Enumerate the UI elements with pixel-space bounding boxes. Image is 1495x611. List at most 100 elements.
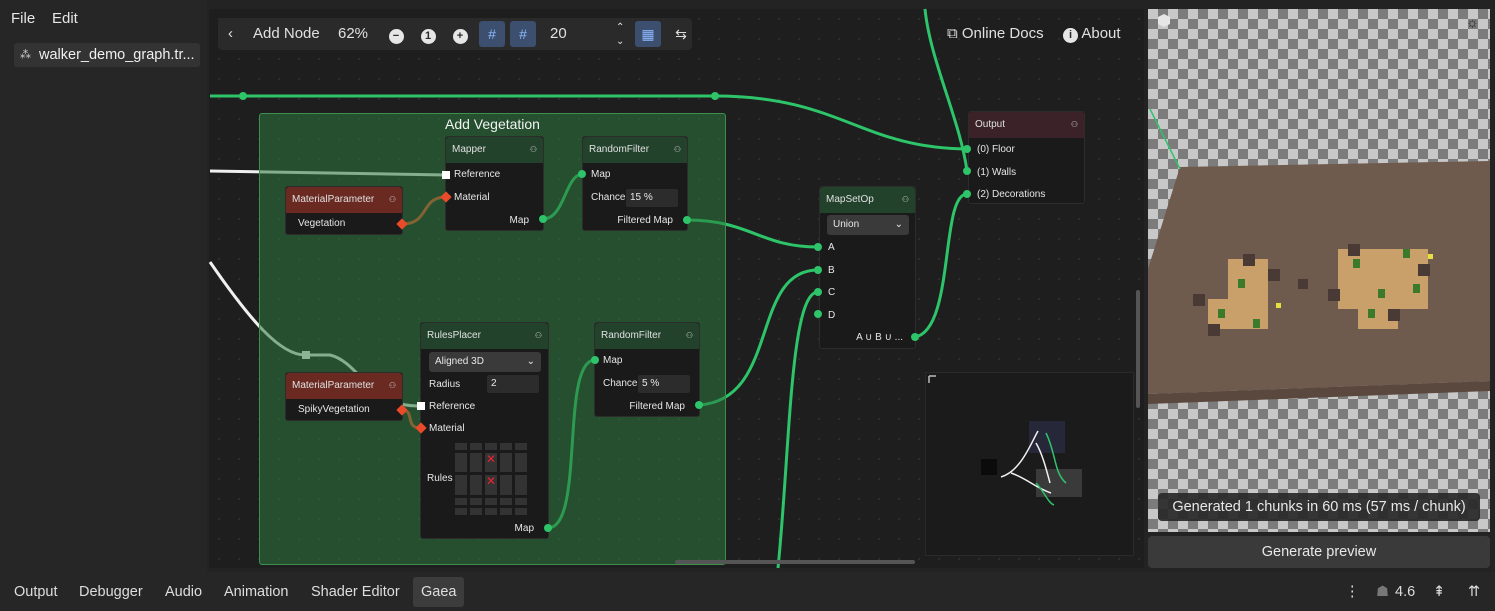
material-parameter-node[interactable]: MaterialParameter ⚇ SpikyVegetation [285,372,403,421]
online-docs-link[interactable]: ⧉ Online Docs [947,18,1044,50]
snap-distance-value[interactable]: 20 [550,18,567,50]
doc-icon[interactable]: ⚇ [389,373,396,399]
filtered-map-port: Filtered Map [617,215,673,226]
terrain-render: ☼ [1148,14,1490,404]
version-label: 4.6 [1395,584,1416,600]
map-port: Map [603,355,623,366]
doc-icon[interactable]: ⚇ [674,137,681,163]
map-output-slot[interactable] [539,215,547,223]
frame-title: Add Vegetation [445,116,540,132]
filtered-map-output-slot[interactable] [683,216,691,224]
map-port: Map [591,169,611,180]
expand-panel-icon[interactable]: ⇈ [1460,577,1488,607]
walls-input-slot[interactable] [963,167,971,175]
zoom-in-icon[interactable]: + [447,21,473,47]
reference-input-slot[interactable] [417,402,425,410]
reference-port: Reference [454,169,501,180]
vertical-scrollbar[interactable] [1136,290,1140,408]
graph-minimap[interactable] [925,372,1134,556]
doc-icon[interactable]: ⚇ [535,323,542,349]
zoom-out-icon[interactable]: − [383,21,409,47]
chance-input[interactable]: 5 % [638,375,690,393]
placement-mode-select[interactable]: Aligned 3D ⌄ [429,352,541,372]
mapper-node[interactable]: Mapper ⚇ Reference Material Map [445,136,544,231]
input-b-port: B [828,265,835,276]
about-button[interactable]: i About [1063,18,1121,50]
node-title: MapSetOp [826,194,874,205]
map-output-slot[interactable] [544,524,552,532]
terrain-preview[interactable]: ☼ [1148,9,1490,532]
pin-icon[interactable]: ⇞ [1425,577,1453,607]
scene-panel: File Edit ⁂ walker_demo_graph.tr... [0,0,207,572]
input-b-slot[interactable] [814,266,822,274]
horizontal-scrollbar[interactable] [675,560,915,564]
tab-gaea[interactable]: Gaea [413,577,465,607]
decorations-port: (2) Decorations [977,189,1046,200]
filtered-map-output-slot[interactable] [695,401,703,409]
rules-grid[interactable]: ✕ ✕ [455,443,530,515]
node-title: RulesPlacer [427,330,481,341]
doc-icon[interactable]: ⚇ [902,187,909,213]
input-a-port: A [828,242,835,253]
file-menu[interactable]: File [11,10,35,27]
bottom-panel-bar: Output Debugger Audio Animation Shader E… [0,572,1495,611]
rules-placer-node[interactable]: RulesPlacer ⚇ Aligned 3D ⌄ Radius 2 Refere… [420,322,549,539]
set-op-select[interactable]: Union ⌄ [827,215,909,235]
material-port: Material [454,192,490,203]
doc-icon[interactable]: ⚇ [389,187,396,213]
tab-audio[interactable]: Audio [157,577,210,607]
tab-animation[interactable]: Animation [216,577,296,607]
doc-icon[interactable]: ⚇ [530,137,537,163]
tab-output[interactable]: Output [6,577,66,607]
tab-shader-editor[interactable]: Shader Editor [303,577,408,607]
more-options-icon[interactable]: ⋮ [1337,577,1368,607]
mapsetop-node[interactable]: MapSetOp ⚇ Union ⌄ A B C D A ∪ B ∪ ... [819,186,916,349]
union-output-port: A ∪ B ∪ ... [856,332,903,343]
node-title: MaterialParameter [292,380,375,391]
input-c-port: C [828,287,836,298]
output-node[interactable]: Output ⚇ (0) Floor (1) Walls (2) Decorati… [968,111,1085,204]
union-output-slot[interactable] [911,333,919,341]
doc-icon[interactable]: ⚇ [1071,112,1078,138]
scene-file-label: walker_demo_graph.tr... [39,47,195,63]
cube-icon [1158,14,1170,27]
snap-grid-icon[interactable]: # [479,21,505,47]
chevron-down-icon: ⌄ [894,219,903,230]
node-title: RandomFilter [589,144,650,155]
map-input-slot[interactable] [578,170,586,178]
floor-input-slot[interactable] [963,145,971,153]
map-input-slot[interactable] [591,356,599,364]
input-c-slot[interactable] [814,288,822,296]
parameter-name: SpikyVegetation [298,404,370,415]
chance-input[interactable]: 15 % [626,189,678,207]
add-node-button[interactable]: Add Node [253,18,320,50]
tab-debugger[interactable]: Debugger [71,577,151,607]
radius-input[interactable]: 2 [487,375,539,393]
input-d-slot[interactable] [814,310,822,318]
map-port: Map [509,215,529,226]
decorations-input-slot[interactable] [963,190,971,198]
input-d-port: D [828,310,836,321]
back-chevron-icon[interactable]: ‹ [228,18,233,50]
sun-icon: ☼ [1466,14,1479,30]
material-parameter-node[interactable]: MaterialParameter ⚇ Vegetation [285,186,403,235]
doc-icon[interactable]: ⚇ [686,323,693,349]
arrange-icon[interactable]: ⇆ [668,21,694,47]
input-a-slot[interactable] [814,243,822,251]
random-filter-node[interactable]: RandomFilter ⚇ Map Chance 5 % Filtered Ma… [594,322,700,417]
show-grid-icon[interactable]: # [510,21,536,47]
snap-spinner-icon[interactable]: ⌃ ⌄ [616,21,624,53]
parameter-name: Vegetation [298,218,346,229]
random-filter-node[interactable]: RandomFilter ⚇ Map Chance 15 % Filtered M… [582,136,688,231]
godot-icon: ☗ [1376,584,1389,600]
edit-menu[interactable]: Edit [52,10,78,27]
chance-label: Chance [591,192,626,203]
minimap-toggle-icon[interactable]: ▦ [635,21,661,47]
floor-port: (0) Floor [977,144,1015,155]
scene-file-tab[interactable]: ⁂ walker_demo_graph.tr... [14,43,200,67]
zoom-reset-icon[interactable]: 1 [415,21,441,47]
generate-preview-button[interactable]: Generate preview [1148,536,1490,568]
node-title: Output [975,119,1006,130]
chevron-down-icon: ⌄ [526,356,535,367]
reference-input-slot[interactable] [442,171,450,179]
